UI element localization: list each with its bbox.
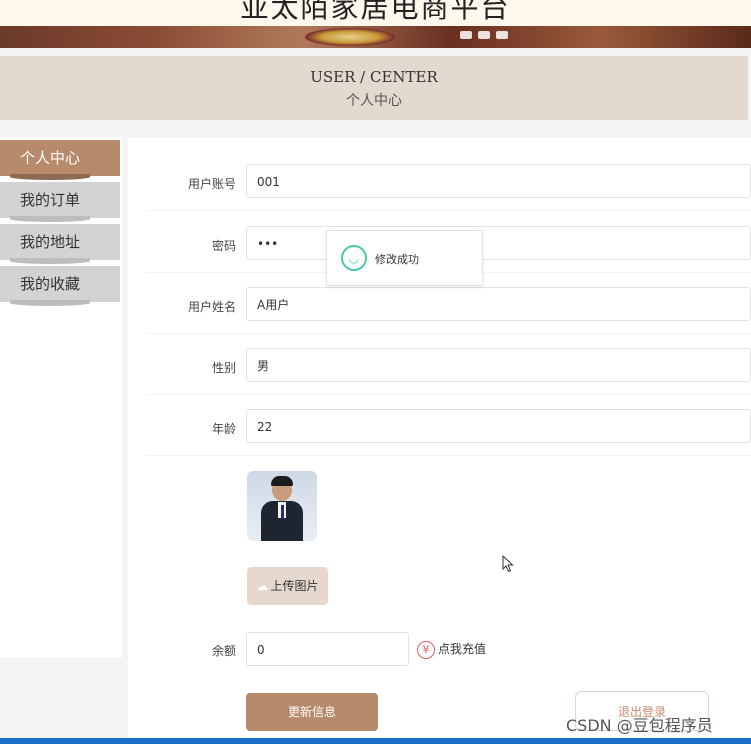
mouse-cursor-icon — [502, 555, 514, 573]
account-row: 用户账号 001 — [146, 154, 751, 211]
header-title-cn: 个人中心 — [346, 93, 402, 109]
sidebar: 个人中心 我的订单 我的地址 我的收藏 — [0, 138, 122, 658]
avatar-image — [247, 471, 317, 541]
password-label: 密码 — [211, 239, 236, 253]
age-label: 年龄 — [211, 422, 236, 436]
cloud-upload-icon: ☁ — [256, 579, 269, 593]
name-input[interactable]: A用户 — [246, 287, 751, 321]
taskbar — [0, 738, 751, 744]
gender-row: 性别 男 — [146, 338, 751, 395]
age-row: 年龄 22 — [146, 399, 751, 456]
fruit-bowl-image — [305, 28, 395, 46]
success-toast: ◡ 修改成功 — [326, 230, 483, 286]
yen-icon: ¥ — [417, 641, 435, 659]
sidebar-item-favorites[interactable]: 我的收藏 — [0, 266, 120, 306]
age-input[interactable]: 22 — [246, 409, 751, 443]
upload-label: 上传图片 — [270, 579, 319, 593]
recharge-label: 点我充值 — [438, 642, 487, 656]
header-title-en: USER / CENTER — [310, 68, 438, 86]
balance-input[interactable]: 0 — [246, 632, 409, 666]
password-input[interactable]: ••• — [246, 226, 751, 260]
smile-icon: ◡ — [341, 245, 367, 271]
gender-select[interactable]: 男 — [246, 348, 751, 382]
gender-label: 性别 — [211, 361, 236, 375]
carousel-indicators[interactable] — [460, 24, 520, 39]
user-center-header: USER / CENTER 个人中心 — [0, 56, 748, 120]
update-info-button[interactable]: 更新信息 — [246, 693, 378, 731]
recharge-link[interactable]: ¥ 点我充值 — [417, 640, 486, 659]
sidebar-item-orders[interactable]: 我的订单 — [0, 182, 120, 222]
account-input[interactable]: 001 — [246, 164, 751, 198]
toast-message: 修改成功 — [375, 253, 419, 266]
csdn-watermark: CSDN @豆包程序员 — [566, 716, 713, 735]
top-banner: 亚太陌家居电商平台 — [0, 0, 751, 48]
name-label: 用户姓名 — [187, 300, 236, 314]
sidebar-item-profile[interactable]: 个人中心 — [0, 140, 120, 180]
site-title: 亚太陌家居电商平台 — [240, 0, 511, 24]
balance-label: 余额 — [211, 644, 236, 658]
account-label: 用户账号 — [187, 177, 236, 191]
upload-image-button[interactable]: ☁ 上传图片 — [247, 567, 328, 605]
sidebar-item-address[interactable]: 我的地址 — [0, 224, 120, 264]
